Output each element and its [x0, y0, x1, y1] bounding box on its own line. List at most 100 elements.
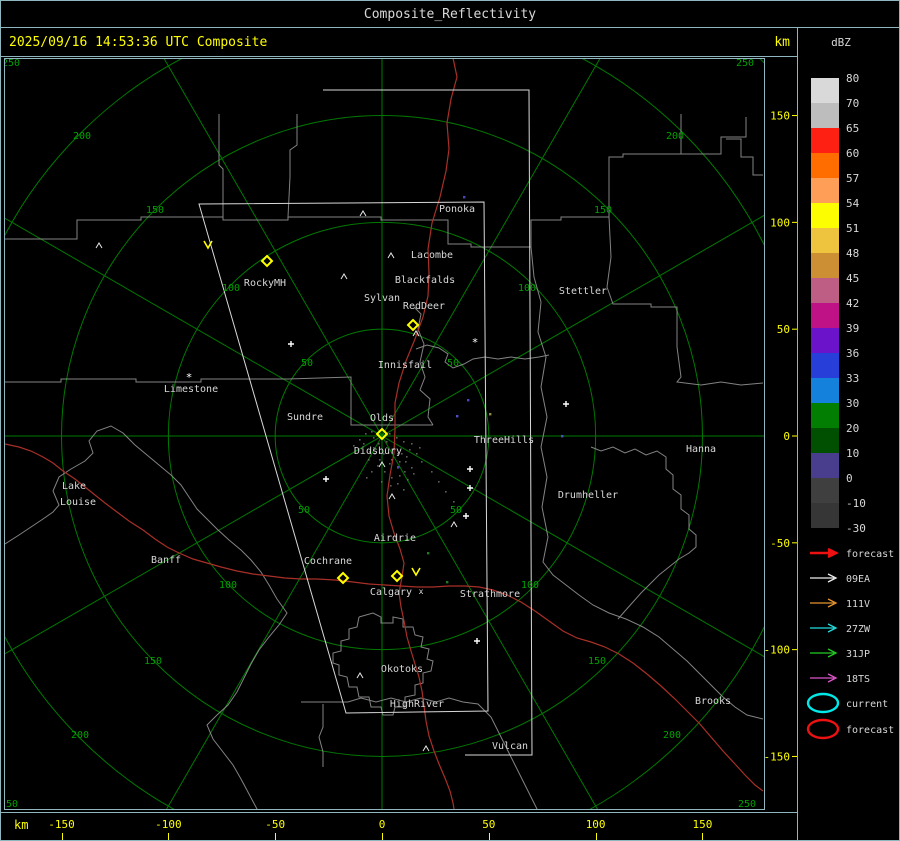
legend-label-current: current — [846, 699, 888, 710]
county-boundary-line — [5, 425, 288, 809]
county-boundary-line — [608, 114, 682, 217]
city-label-reddeer: RedDeer — [403, 301, 445, 312]
county-boundary-line — [5, 376, 433, 426]
city-label-rockymh: RockyMH — [244, 278, 286, 289]
radar-map[interactable]: 50 100 150 200 250 50 100 150 200 250 50 100 150 200 2… — [1, 57, 797, 812]
echo-dot — [446, 581, 449, 584]
clutter-dot — [390, 485, 392, 487]
window-titlebar: Composite_Reflectivity — [0, 0, 900, 28]
clutter-dot — [396, 437, 398, 439]
clutter-dot — [397, 483, 399, 485]
radar-site-diamond-marker — [406, 318, 420, 332]
clutter-dot — [403, 489, 405, 491]
clutter-dot — [409, 449, 411, 451]
plus-marker — [288, 341, 294, 347]
legend-item-current-6: current — [806, 692, 888, 714]
colorbar-block-30dBZ — [811, 403, 839, 428]
clutter-dot — [389, 463, 391, 465]
clutter-dot — [363, 443, 365, 445]
colorbar-and-legend: dBZ 80 70 65 60 57 54 51 48 45 42 39 36 33 30 20 10 0 -10 -… — [806, 36, 894, 740]
city-label-banff: Banff — [151, 555, 181, 566]
bottom-axis-tick — [702, 833, 704, 840]
right-axis-label-0: 0 — [783, 430, 790, 443]
ring-label-250: 250 — [1, 799, 18, 810]
county-boundary-line — [218, 114, 224, 217]
clutter-dot — [389, 433, 391, 435]
county-boundary-line — [681, 117, 747, 155]
colorbar-block-54dBZ — [811, 203, 839, 228]
colorbar-label--30: -30 — [846, 522, 866, 535]
city-label-lake: Lake — [62, 481, 86, 492]
city-label-sundre: Sundre — [287, 412, 323, 423]
colorbar-block-36dBZ — [811, 353, 839, 378]
legend-label-09EA: 09EA — [846, 574, 870, 585]
plus-marker — [323, 476, 329, 482]
ring-label-200: 200 — [666, 131, 684, 142]
legend-item-27ZW-3: 27ZW — [810, 623, 871, 635]
clutter-dot — [365, 433, 367, 435]
map-panel[interactable]: 50 100 150 200 250 50 100 150 200 250 50 100 150 200 2… — [0, 56, 798, 813]
legend-label-31JP: 31JP — [846, 649, 870, 660]
clutter-dot — [406, 456, 408, 458]
colorbar-label-0: 0 — [846, 472, 853, 485]
colorbar-blocks — [811, 78, 839, 528]
clutter-dot — [453, 501, 455, 503]
city-label-ponoka: Ponoka — [439, 204, 475, 215]
right-axis-label-50: 50 — [777, 323, 790, 336]
city-label-sylvan: Sylvan — [364, 293, 400, 304]
clutter-dot — [371, 431, 373, 433]
colorbar-block-65dBZ — [811, 128, 839, 153]
city-label-threehills: ThreeHills — [474, 435, 534, 446]
ring-label-100: 100 — [222, 283, 240, 294]
colorbar-label-80: 80 — [846, 72, 859, 85]
clutter-dot — [368, 459, 370, 461]
colorbar-label-48: 48 — [846, 247, 859, 260]
city-label-strathmore: Strathmore — [460, 589, 520, 600]
colorbar-label-30: 30 — [846, 397, 859, 410]
colorbar-label-54: 54 — [846, 197, 860, 210]
plus-marker — [463, 513, 469, 519]
colorbar-block-48dBZ — [811, 253, 839, 278]
clutter-dot — [405, 461, 407, 463]
legend-arrow-head — [827, 547, 839, 559]
bottom-axis-label-50: 50 — [482, 818, 496, 831]
ring-label-50: 50 — [450, 505, 462, 516]
radar-coverage-outlines — [198, 89, 533, 756]
city-label-brooks: Brooks — [695, 696, 731, 707]
right-axis-labels: 150 100 50 0 -50 -100 -150 — [764, 110, 797, 763]
colorbar-block-80dBZ — [811, 78, 839, 103]
bottom-axis-label-150: 150 — [692, 818, 713, 831]
asterisk-marker: * — [472, 336, 479, 349]
colorbar-label-10: 10 — [846, 447, 859, 460]
legend-label-27ZW: 27ZW — [846, 624, 871, 635]
highway-line — [5, 443, 764, 792]
legend-item-111V-2: 111V — [810, 598, 870, 610]
map-markers: * * x — [95, 210, 569, 752]
ring-label-50: 50 — [298, 505, 310, 516]
clutter-dot — [378, 443, 380, 445]
colorbar-block-60dBZ — [811, 153, 839, 178]
legend-label-111V: 111V — [846, 599, 870, 610]
city-label-innisfail: Innisfail — [378, 360, 432, 371]
colorbar-label-51: 51 — [846, 222, 859, 235]
city-label-highriver: HighRiver — [390, 699, 444, 710]
clutter-dot — [416, 453, 418, 455]
timestamp-label: 2025/09/16 14:53:36 UTC Composite — [9, 34, 268, 50]
county-boundary-line — [590, 446, 697, 620]
city-label-airdrie: Airdrie — [374, 533, 416, 544]
bottom-axis-bar: km -150 -100 -50 0 50 100 150 — [0, 812, 798, 841]
colorbar-labels: 80 70 65 60 57 54 51 48 45 42 39 36 33 30 20 10 0 -10 -30 — [846, 72, 866, 535]
colorbar-label-57: 57 — [846, 172, 859, 185]
colorbar-label-65: 65 — [846, 122, 859, 135]
radar-site-diamond-marker — [390, 569, 404, 583]
city-label-olds: Olds — [370, 413, 394, 424]
legend-ellipse — [806, 692, 840, 714]
v-marker — [203, 240, 213, 250]
city-label-louise: Louise — [60, 497, 96, 508]
clutter-dot — [419, 447, 421, 449]
county-boundaries — [5, 114, 764, 809]
city-label-hanna: Hanna — [686, 444, 716, 455]
ring-label-50: 50 — [301, 358, 313, 369]
clutter-dot — [403, 441, 405, 443]
city-label-blackfalds: Blackfalds — [395, 275, 455, 286]
